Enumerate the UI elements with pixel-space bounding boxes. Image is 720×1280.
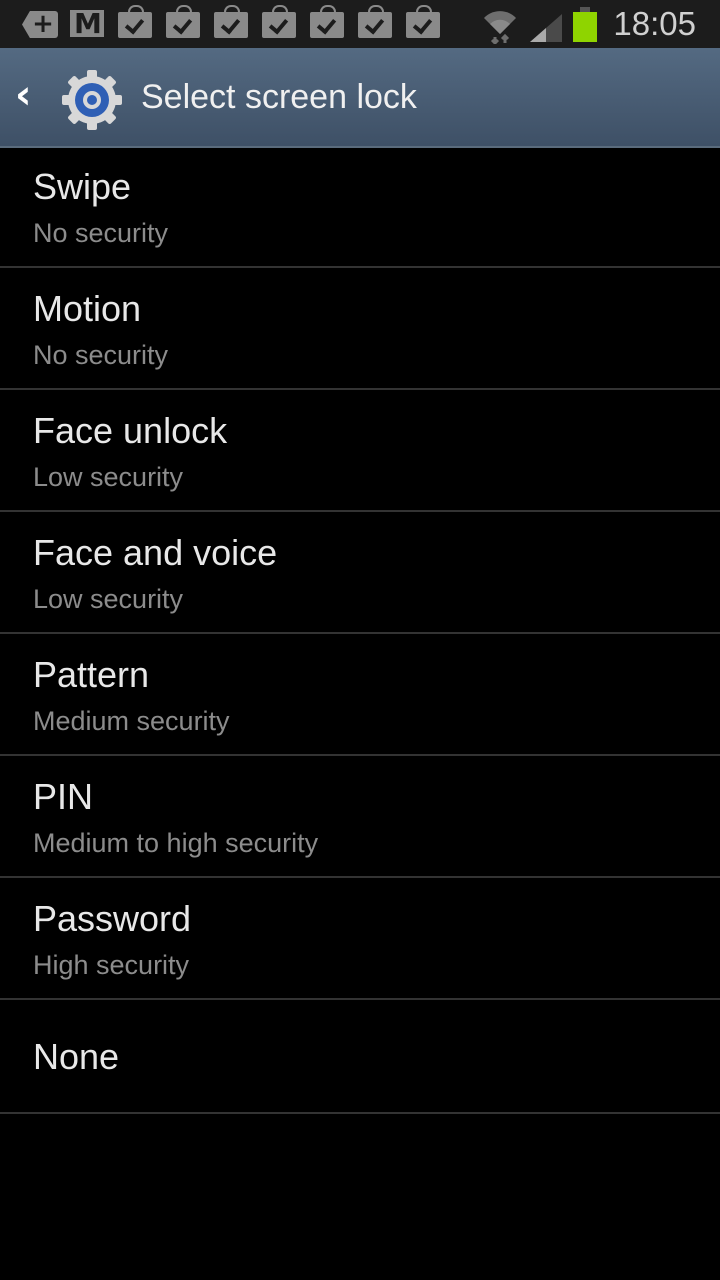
play-store-update-icon [358,5,392,38]
option-label: Password [33,898,192,939]
option-pattern[interactable]: Pattern Medium security [0,634,720,756]
option-password[interactable]: Password High security [0,878,720,1000]
option-label: Motion [33,288,142,329]
option-none[interactable]: None [0,1000,720,1114]
option-security-level: Medium security [33,706,230,736]
play-store-update-icon [262,5,296,38]
settings-gear-icon[interactable] [60,68,124,132]
cell-signal-icon [530,14,562,42]
option-motion[interactable]: Motion No security [0,268,720,390]
play-store-update-icon [118,5,152,38]
option-face-unlock[interactable]: Face unlock Low security [0,390,720,512]
option-label: None [33,1036,120,1077]
option-security-level: No security [33,340,169,370]
option-security-level: Low security [33,462,184,492]
play-store-update-icon [214,5,248,38]
option-label: Face unlock [33,410,228,451]
wifi-icon [484,11,516,44]
option-security-level: No security [33,218,169,248]
add-tag-icon: + [22,11,58,38]
battery-icon [573,7,597,42]
back-icon[interactable]: ‹ [15,75,45,115]
option-swipe[interactable]: Swipe No security [0,146,720,268]
option-security-level: Low security [33,584,184,614]
screen-lock-options: Swipe No security Motion No security Fac… [0,146,720,1114]
play-store-update-icon [406,5,440,38]
option-face-and-voice[interactable]: Face and voice Low security [0,512,720,634]
option-security-level: High security [33,950,190,980]
option-pin[interactable]: PIN Medium to high security [0,756,720,878]
play-store-update-icon [310,5,344,38]
option-label: Face and voice [33,532,278,573]
gmail-icon: M [70,10,104,38]
clock: 18:05 [613,5,696,42]
status-bar[interactable]: + M 18:05 [0,0,720,48]
option-label: Swipe [33,166,132,207]
page-title: Select screen lock [141,78,417,116]
option-label: Pattern [33,654,150,695]
option-security-level: Medium to high security [33,828,319,858]
option-label: PIN [33,776,94,817]
action-bar: ‹ Select screen lock [0,48,720,148]
play-store-update-icon [166,5,200,38]
